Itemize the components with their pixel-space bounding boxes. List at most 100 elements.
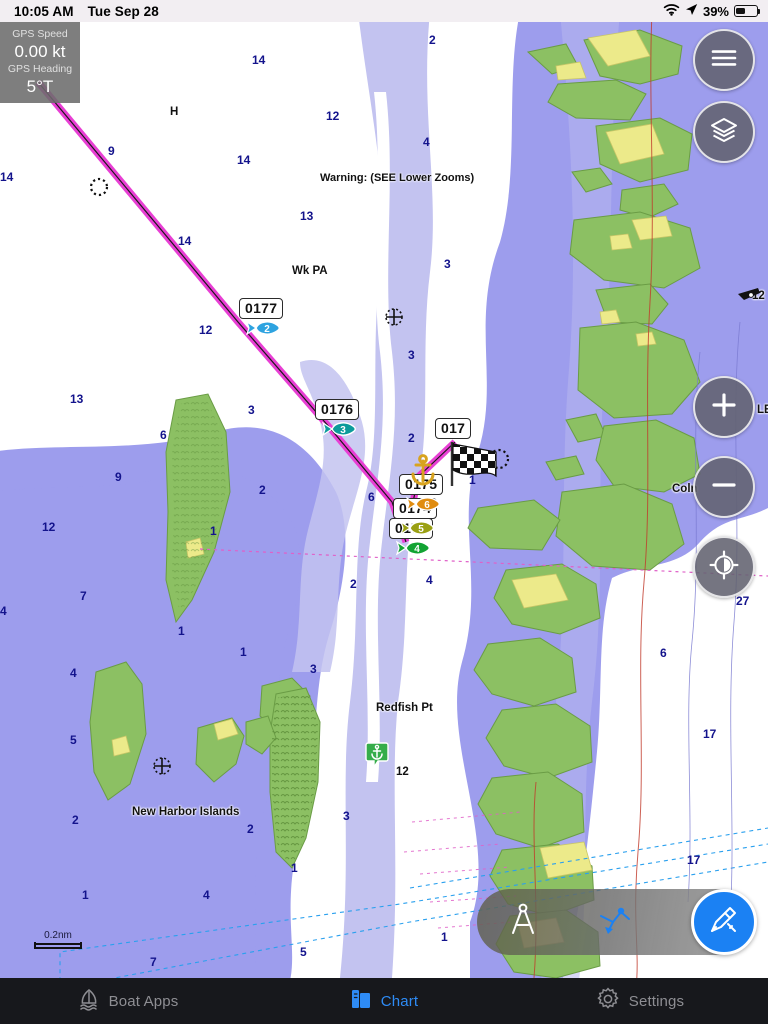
depth-sounding: 1 (178, 624, 185, 638)
draw-edit-button[interactable] (691, 889, 757, 955)
depth-sounding: 17 (703, 727, 717, 741)
depth-sounding: 2 (259, 483, 266, 497)
fish-waypoint-icon[interactable]: 6 (403, 494, 443, 519)
waypoint-label[interactable]: 0176 (315, 399, 360, 420)
minus-icon (710, 471, 738, 504)
zoom-out-button[interactable] (693, 456, 755, 518)
depth-sounding: 7 (80, 589, 87, 603)
svg-text:2: 2 (264, 324, 270, 335)
tab-settings[interactable]: Settings (512, 978, 768, 1024)
chart-place-label: 12 (396, 766, 409, 778)
center-on-boat-button[interactable] (693, 536, 755, 598)
depth-sounding: 6 (660, 646, 667, 660)
tab-chart[interactable]: Chart (256, 978, 512, 1024)
gps-heading-value: 5°T (26, 77, 54, 96)
layers-button[interactable] (693, 101, 755, 163)
boat-icon (78, 987, 100, 1016)
depth-sounding: 4 (426, 573, 433, 587)
scale-bar-label: 0.2nm (44, 930, 72, 941)
waypoint-label[interactable]: 017 (435, 418, 472, 439)
gps-heading-label: GPS Heading (7, 63, 73, 75)
status-time: 10:05 AM (14, 3, 74, 19)
anchorage-marker[interactable] (365, 742, 389, 775)
wifi-icon (663, 3, 680, 19)
tab-chart-label: Chart (380, 992, 419, 1010)
svg-text:6: 6 (424, 500, 430, 511)
battery-percent: 39% (702, 3, 729, 19)
depth-sounding: 1 (210, 524, 217, 538)
dividers-icon (508, 903, 538, 942)
gps-data-panel: GPS Speed 0.00 kt GPS Heading 5°T (0, 22, 80, 103)
depth-sounding: 27 (736, 594, 750, 608)
divider-tool-button[interactable] (477, 889, 569, 955)
plus-icon (710, 391, 738, 424)
depth-sounding: 3 (310, 662, 317, 676)
waypoint-label[interactable]: 0177 (239, 298, 284, 319)
tab-settings-label: Settings (628, 992, 685, 1010)
depth-sounding: 14 (252, 53, 266, 67)
anchor-waypoint-marker[interactable] (408, 454, 438, 493)
zoom-in-button[interactable] (693, 376, 755, 438)
location-arrow-icon (685, 3, 698, 19)
gps-speed-value: 0.00 kt (14, 42, 66, 61)
chart-place-label: LE (757, 404, 768, 416)
depth-sounding: 3 (444, 257, 451, 271)
depth-sounding: 3 (408, 348, 415, 362)
chartplotter-app: 14 2 12 4 14 9 14 13 14 3 12 3 13 3 6 2 1 9 6 2 12 1 4 2 7 4 1 4 1 3 6… (0, 0, 768, 1024)
depth-sounding: 4 (70, 666, 77, 680)
route-icon (599, 905, 631, 940)
depth-sounding: 14 (0, 170, 14, 184)
route-tool-button[interactable] (569, 889, 661, 955)
depth-sounding: 4 (423, 135, 430, 149)
chart-warning-label: Warning: (SEE Lower Zooms) (320, 172, 475, 184)
depth-sounding: 6 (160, 428, 167, 442)
finish-flag-marker[interactable] (446, 440, 502, 495)
pencil-ruler-icon (708, 904, 740, 941)
depth-sounding: 1 (82, 888, 89, 902)
depth-sounding: 5 (300, 945, 307, 959)
chart-place-label: Redfish Pt (376, 702, 433, 714)
depth-sounding: 13 (70, 392, 84, 406)
svg-text:4: 4 (414, 544, 420, 555)
wreck-marker[interactable] (736, 280, 768, 319)
svg-text:3: 3 (340, 425, 346, 436)
depth-sounding: 2 (247, 822, 254, 836)
depth-sounding: 5 (70, 733, 77, 747)
depth-sounding: 1 (441, 930, 448, 944)
chart-map-canvas[interactable]: 14 2 12 4 14 9 14 13 14 3 12 3 13 3 6 2 1 9 6 2 12 1 4 2 7 4 1 4 1 3 6… (0, 22, 768, 978)
fish-waypoint-icon[interactable]: 2 (243, 318, 283, 343)
ios-status-bar: 10:05 AM Tue Sep 28 39% (0, 0, 768, 22)
depth-sounding: 14 (237, 153, 251, 167)
chart-place-label: H (170, 106, 179, 118)
fish-waypoint-icon[interactable]: 4 (393, 538, 433, 563)
depth-sounding: 2 (408, 431, 415, 445)
chart-place-label: Wk PA (292, 265, 328, 277)
status-date: Tue Sep 28 (87, 3, 159, 19)
scale-bar-rule (34, 942, 82, 949)
tab-boat-apps[interactable]: Boat Apps (0, 978, 256, 1024)
depth-sounding: 14 (178, 234, 192, 248)
chart-book-icon (350, 987, 372, 1016)
layers-icon (710, 117, 738, 148)
depth-sounding: 17 (687, 853, 701, 867)
menu-button[interactable] (693, 29, 755, 91)
fish-waypoint-icon[interactable]: 3 (319, 419, 359, 444)
bottom-tab-bar: Boat Apps Chart Settings (0, 978, 768, 1024)
depth-sounding: 3 (248, 403, 255, 417)
depth-sounding: 2 (429, 33, 436, 47)
depth-sounding: 9 (108, 144, 115, 158)
depth-sounding: 9 (115, 470, 122, 484)
locate-icon (709, 550, 739, 585)
depth-sounding: 7 (150, 955, 157, 969)
depth-sounding: 6 (368, 490, 375, 504)
depth-sounding: 13 (300, 209, 314, 223)
depth-sounding: 4 (0, 604, 7, 618)
depth-sounding: 2 (350, 577, 357, 591)
chart-vector-layer (0, 22, 768, 978)
depth-sounding: 12 (199, 323, 213, 337)
chart-place-label: New Harbor Islands (132, 806, 240, 818)
gear-icon (596, 986, 620, 1016)
depth-sounding: 4 (203, 888, 210, 902)
depth-sounding: 12 (42, 520, 56, 534)
depth-sounding: 12 (326, 109, 340, 123)
